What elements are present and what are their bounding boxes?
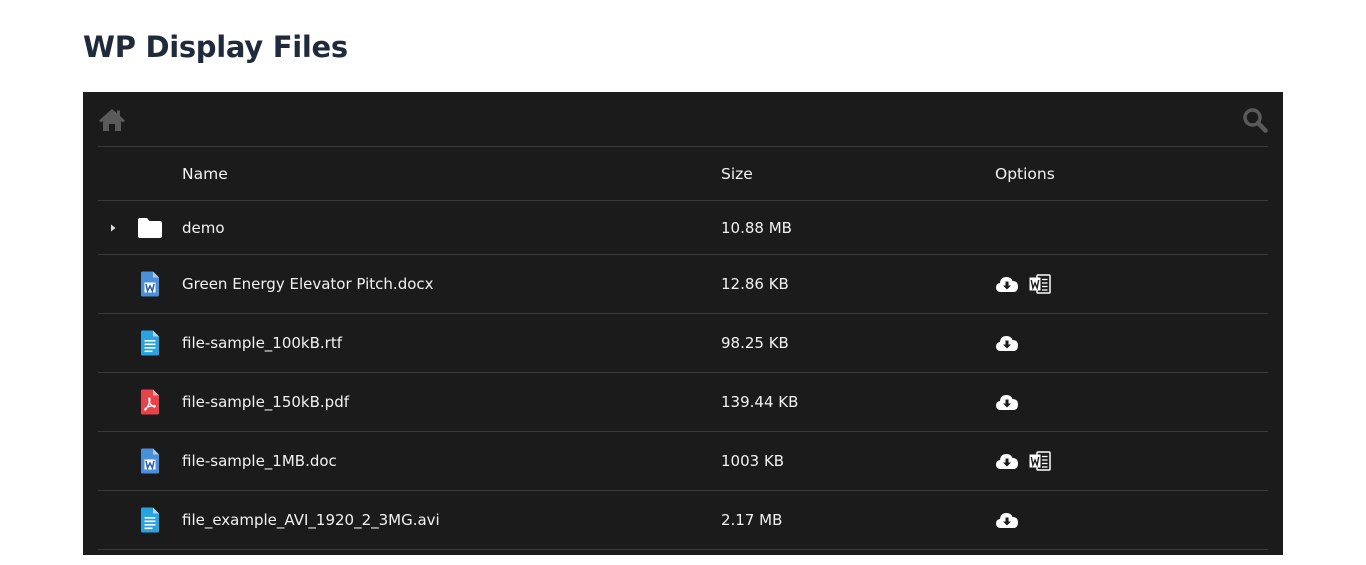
column-header-options: Options	[995, 164, 1055, 183]
file-name[interactable]: demo	[182, 201, 225, 254]
page-title: WP Display Files	[83, 30, 348, 64]
file-options	[995, 491, 1019, 549]
folder-row[interactable]: demo 10.88 MB	[98, 201, 1268, 255]
file-row[interactable]: file-sample_100kB.rtf 98.25 KB	[98, 314, 1268, 373]
file-size: 2.17 MB	[721, 511, 783, 529]
text-file-icon	[136, 491, 164, 549]
open-in-word-icon[interactable]	[1029, 451, 1051, 471]
file-row[interactable]: file_example_AVI_1920_2_3MG.avi 2.17 MB	[98, 491, 1268, 550]
word-file-icon	[136, 432, 164, 490]
file-row[interactable]: file-sample_150kB.pdf 139.44 KB	[98, 373, 1268, 432]
file-browser-panel: Name Size Options demo 10.88 MB Green Ene…	[83, 92, 1283, 555]
table-body: demo 10.88 MB Green Energy Elevator Pitch…	[98, 201, 1268, 550]
folder-icon	[136, 201, 164, 254]
file-options	[995, 255, 1051, 313]
file-name[interactable]: Green Energy Elevator Pitch.docx	[182, 255, 434, 313]
file-name[interactable]: file_example_AVI_1920_2_3MG.avi	[182, 491, 440, 549]
download-icon[interactable]	[995, 452, 1019, 470]
toolbar	[98, 92, 1268, 147]
file-name[interactable]: file-sample_1MB.doc	[182, 432, 337, 490]
download-icon[interactable]	[995, 393, 1019, 411]
pdf-file-icon	[136, 373, 164, 431]
file-size: 98.25 KB	[721, 334, 789, 352]
file-size: 139.44 KB	[721, 393, 799, 411]
expand-arrow-icon[interactable]	[108, 201, 124, 254]
column-header-size[interactable]: Size	[721, 147, 753, 200]
file-row[interactable]: Green Energy Elevator Pitch.docx 12.86 KB	[98, 255, 1268, 314]
file-options	[995, 432, 1051, 490]
files-table: Name Size Options demo 10.88 MB Green Ene…	[98, 147, 1268, 550]
text-file-icon	[136, 314, 164, 372]
word-file-icon	[136, 255, 164, 313]
file-options	[995, 314, 1019, 372]
file-name[interactable]: file-sample_100kB.rtf	[182, 314, 342, 372]
search-icon[interactable]	[1242, 107, 1268, 133]
home-icon[interactable]	[98, 108, 126, 132]
column-header-name[interactable]: Name	[182, 147, 228, 200]
download-icon[interactable]	[995, 511, 1019, 529]
open-in-word-icon[interactable]	[1029, 274, 1051, 294]
download-icon[interactable]	[995, 275, 1019, 293]
file-options	[995, 373, 1019, 431]
file-size: 1003 KB	[721, 452, 785, 470]
file-row[interactable]: file-sample_1MB.doc 1003 KB	[98, 432, 1268, 491]
file-name[interactable]: file-sample_150kB.pdf	[182, 373, 349, 431]
download-icon[interactable]	[995, 334, 1019, 352]
table-header: Name Size Options	[98, 147, 1268, 201]
file-size: 12.86 KB	[721, 275, 789, 293]
file-size: 10.88 MB	[721, 218, 792, 237]
